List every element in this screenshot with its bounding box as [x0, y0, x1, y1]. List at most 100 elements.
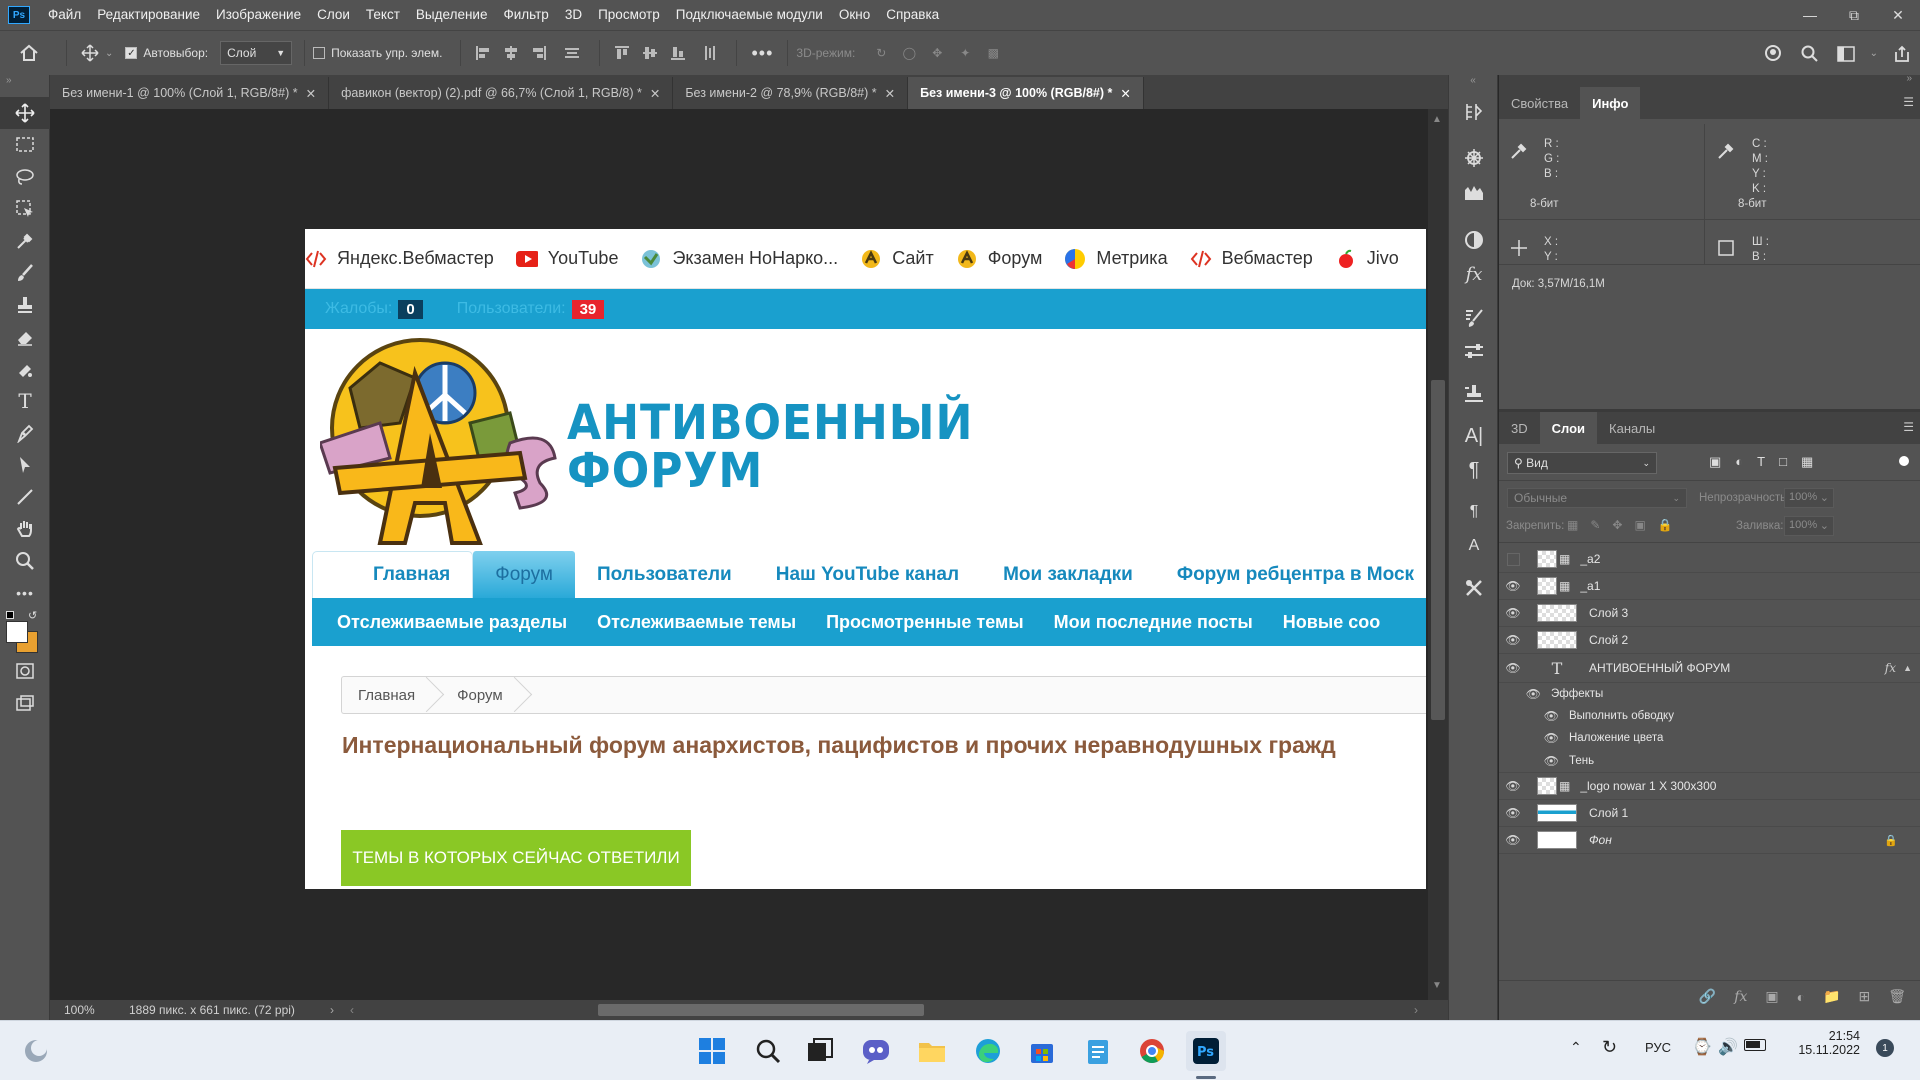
- quick-mask-icon[interactable]: [0, 655, 50, 687]
- more-icon[interactable]: •••: [745, 31, 779, 76]
- photoshop-taskbar-icon[interactable]: Ps: [1186, 1031, 1226, 1071]
- bookmark-site[interactable]: Сайт: [860, 248, 934, 270]
- menu-window[interactable]: Окно: [831, 0, 878, 30]
- menu-text[interactable]: Текст: [358, 0, 408, 30]
- sync-icon[interactable]: ↻: [1602, 1037, 1617, 1058]
- panel-menu-icon[interactable]: ☰: [1903, 95, 1914, 109]
- close-tab-icon[interactable]: ✕: [306, 86, 316, 101]
- tab-layers[interactable]: Слои: [1539, 412, 1598, 444]
- chevron-up-icon[interactable]: ⌃: [1570, 1039, 1582, 1056]
- bookmark-yandex-webmaster[interactable]: Яндекс.Вебмастер: [305, 248, 494, 270]
- autoselect-checkbox[interactable]: ✓: [125, 47, 138, 59]
- notification-badge[interactable]: 1: [1876, 1039, 1894, 1057]
- complaints-label[interactable]: Жалобы:: [325, 300, 392, 318]
- bookmark-metrika[interactable]: Метрика: [1064, 248, 1168, 270]
- share-icon[interactable]: [1884, 31, 1920, 76]
- filter-adjustment-icon[interactable]: ◐: [1735, 454, 1743, 470]
- menu-3d[interactable]: 3D: [557, 0, 590, 30]
- tab-document-1[interactable]: Без имени-1 @ 100% (Слой 1, RGB/8#) * ✕: [50, 77, 330, 109]
- nav-youtube-channel[interactable]: Наш YouTube канал: [754, 551, 981, 598]
- workspace-icon[interactable]: [1828, 31, 1864, 76]
- tab-3d[interactable]: 3D: [1499, 412, 1540, 444]
- language-indicator[interactable]: РУС: [1645, 1040, 1671, 1055]
- scroll-up-icon[interactable]: ▲: [1432, 114, 1442, 125]
- menu-edit[interactable]: Редактирование: [89, 0, 208, 30]
- move-tool-icon[interactable]: [0, 97, 50, 129]
- search-icon[interactable]: [748, 1031, 788, 1071]
- zoom-level[interactable]: 100%: [50, 1003, 125, 1017]
- subnav-watched-topics[interactable]: Отслеживаемые темы: [597, 612, 796, 633]
- panel-menu-icon[interactable]: ☰: [1903, 420, 1914, 434]
- collapse-icon[interactable]: ▲: [1903, 663, 1912, 673]
- swap-colors-icon[interactable]: ↺: [28, 609, 37, 622]
- start-icon[interactable]: [692, 1031, 732, 1071]
- horizontal-scroll-thumb[interactable]: [598, 1004, 924, 1016]
- layer-row[interactable]: 👁 Слой 2: [1499, 627, 1920, 654]
- autoselect-dropdown[interactable]: Слой ▼: [220, 41, 293, 65]
- visibility-icon[interactable]: 👁: [1499, 661, 1527, 675]
- visibility-icon[interactable]: 👁: [1499, 709, 1559, 723]
- file-explorer-icon[interactable]: [912, 1031, 952, 1071]
- tab-properties[interactable]: Свойства: [1499, 87, 1580, 119]
- store-icon[interactable]: [1022, 1031, 1062, 1071]
- marquee-tool-icon[interactable]: [0, 129, 50, 161]
- search-icon[interactable]: [1792, 31, 1828, 76]
- menu-file[interactable]: Файл: [40, 0, 89, 30]
- menu-image[interactable]: Изображение: [208, 0, 309, 30]
- tab-channels[interactable]: Каналы: [1597, 412, 1667, 444]
- blend-mode-dropdown[interactable]: Обычные ⌄: [1507, 488, 1687, 508]
- layer-filter-dropdown[interactable]: ⚲ Вид ⌄: [1507, 452, 1657, 474]
- nav-users[interactable]: Пользователи: [575, 551, 754, 598]
- scroll-right-icon[interactable]: ›: [1414, 1003, 1418, 1017]
- character-styles-icon[interactable]: A: [1449, 529, 1499, 563]
- bookmark-jivo[interactable]: Jivo: [1335, 248, 1399, 270]
- default-colors-icon[interactable]: [6, 611, 14, 619]
- eyedropper-tool-icon[interactable]: [0, 225, 50, 257]
- type-tool-icon[interactable]: T: [0, 385, 50, 417]
- close-tab-icon[interactable]: ✕: [650, 86, 660, 101]
- effects-row[interactable]: 👁 Эффекты: [1499, 683, 1920, 705]
- visibility-off-icon[interactable]: [1499, 552, 1527, 566]
- lock-paint-icon[interactable]: ✎: [1590, 518, 1600, 532]
- subnav-watched-sections[interactable]: Отслеживаемые разделы: [337, 612, 567, 633]
- align-middle-icon[interactable]: [636, 31, 664, 76]
- menu-plugins[interactable]: Подключаемые модули: [668, 0, 831, 30]
- visibility-icon[interactable]: 👁: [1499, 754, 1559, 768]
- widgets-icon[interactable]: [16, 1031, 56, 1071]
- align-center-icon[interactable]: [497, 31, 525, 76]
- foreground-color-swatch[interactable]: [6, 621, 28, 643]
- visibility-icon[interactable]: 👁: [1499, 606, 1527, 620]
- effect-row[interactable]: 👁 Наложение цвета: [1499, 727, 1920, 749]
- menu-select[interactable]: Выделение: [408, 0, 496, 30]
- clone-source-icon[interactable]: [1449, 377, 1499, 411]
- subnav-viewed-topics[interactable]: Просмотренные темы: [826, 612, 1024, 633]
- menu-view[interactable]: Просмотр: [590, 0, 668, 30]
- fx-icon[interactable]: fx: [1885, 661, 1896, 675]
- chrome-icon[interactable]: [1132, 1031, 1172, 1071]
- layer-row[interactable]: 👁 Фон 🔒: [1499, 827, 1920, 854]
- bookmark-webmaster[interactable]: Вебмастер: [1190, 248, 1313, 270]
- lasso-tool-icon[interactable]: [0, 161, 50, 193]
- character-icon[interactable]: A|: [1449, 419, 1499, 453]
- color-icon[interactable]: [1449, 223, 1499, 257]
- menu-layers[interactable]: Слои: [309, 0, 358, 30]
- nav-bookmarks[interactable]: Мои закладки: [981, 551, 1155, 598]
- paragraph-styles-icon[interactable]: ¶: [1449, 495, 1499, 529]
- distribute-icon[interactable]: [553, 31, 591, 76]
- lock-all-icon[interactable]: 🔒: [1658, 518, 1673, 532]
- notepad-icon[interactable]: [1078, 1031, 1118, 1071]
- close-icon[interactable]: ✕: [1876, 0, 1920, 30]
- home-icon[interactable]: [0, 31, 58, 76]
- align-right-icon[interactable]: [525, 31, 553, 76]
- align-top-icon[interactable]: [608, 31, 636, 76]
- opacity-input[interactable]: 100% ⌄: [1784, 488, 1834, 508]
- restore-icon[interactable]: ⧉: [1832, 0, 1876, 30]
- visibility-icon[interactable]: 👁: [1499, 806, 1527, 820]
- eraser-tool-icon[interactable]: [0, 321, 50, 353]
- tab-document-4[interactable]: Без имени-3 @ 100% (RGB/8#) * ✕: [908, 77, 1144, 109]
- lock-transparency-icon[interactable]: ▦: [1567, 518, 1578, 532]
- adjustment-layer-icon[interactable]: ◐: [1797, 989, 1805, 1005]
- subnav-new-messages[interactable]: Новые соо: [1283, 612, 1380, 633]
- teams-chat-icon[interactable]: [856, 1031, 896, 1071]
- battery-icon[interactable]: [1744, 1039, 1766, 1051]
